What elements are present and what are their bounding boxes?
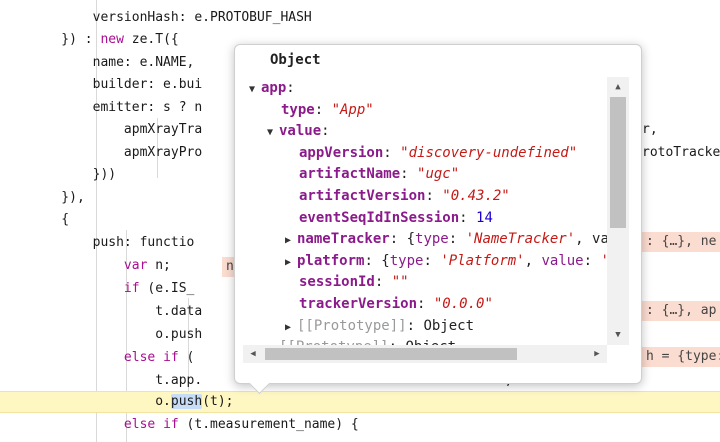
separator: : bbox=[389, 231, 407, 248]
code-line[interactable]: o.push(t); bbox=[0, 391, 720, 413]
separator: : bbox=[314, 101, 332, 118]
property-key: eventSeqIdInSession bbox=[299, 209, 460, 226]
separator: : bbox=[400, 166, 418, 183]
code-line-fragment: rotoTracke bbox=[642, 145, 720, 160]
object-preview-popover[interactable]: Object ▼ app: type: "App" ▼ value: appVersion… bbox=[234, 44, 642, 384]
object-preview: {type: 'Platform', value: 'P bbox=[381, 252, 607, 269]
property-value: "0.43.2" bbox=[442, 188, 510, 204]
separator: : bbox=[425, 188, 443, 204]
property-key: sessionId bbox=[299, 274, 375, 291]
separator: : bbox=[459, 209, 477, 226]
tree-row-appversion: appVersion: "discovery-undefined" bbox=[299, 142, 577, 164]
property-key: app bbox=[261, 80, 287, 96]
property-key: artifactName bbox=[299, 166, 401, 183]
scroll-down-arrow-icon[interactable]: ▼ bbox=[612, 329, 624, 341]
separator: : bbox=[417, 296, 434, 312]
object-tree[interactable]: ▼ app: type: "App" ▼ value: appVersion: "disc… bbox=[235, 77, 607, 361]
property-key: nameTracker bbox=[297, 231, 390, 248]
property-value: Object bbox=[423, 317, 475, 334]
code-line-fragment: r, bbox=[642, 122, 658, 137]
property-key: [[Prototype]] bbox=[297, 317, 407, 334]
triangle-right-icon[interactable]: ▶ bbox=[285, 252, 297, 274]
property-key: platform bbox=[297, 252, 365, 269]
tree-row-artifactname: artifactName: "ugc" bbox=[299, 163, 459, 185]
scroll-up-arrow-icon[interactable]: ▲ bbox=[612, 81, 624, 93]
inline-value-hint: : {…}, ap bbox=[642, 301, 720, 321]
triangle-down-icon[interactable]: ▼ bbox=[267, 122, 279, 144]
property-value: "" bbox=[391, 274, 409, 291]
property-value: "App" bbox=[331, 101, 374, 118]
property-value: "discovery-undefined" bbox=[400, 144, 578, 161]
code-line[interactable]: versionHash: e.PROTOBUF_HASH bbox=[0, 7, 720, 29]
tree-row-eventseqidinsession: eventSeqIdInSession: 14 bbox=[299, 207, 493, 229]
scroll-left-arrow-icon[interactable]: ◀ bbox=[247, 348, 259, 360]
property-key: appVersion bbox=[299, 144, 384, 161]
tree-row-sessionid: sessionId: "" bbox=[299, 271, 409, 293]
property-value: "0.0.0" bbox=[433, 296, 493, 312]
object-preview: {type: 'NameTracker', va bbox=[406, 231, 607, 248]
property-key: value bbox=[279, 123, 322, 140]
vertical-scrollbar[interactable]: ▲ ▼ bbox=[607, 77, 629, 345]
property-key: type bbox=[281, 101, 315, 118]
horizontal-scroll-thumb[interactable] bbox=[265, 348, 517, 360]
inline-value-hint: : {…}, ne bbox=[642, 232, 720, 252]
inline-value-hint: h = {type: bbox=[642, 347, 720, 367]
property-key: artifactVersion bbox=[299, 188, 426, 204]
code-line[interactable]: else if (t.measurement_name) { bbox=[0, 414, 720, 436]
property-value: "ugc" bbox=[417, 166, 460, 183]
separator: : bbox=[286, 80, 295, 96]
vertical-scroll-thumb[interactable] bbox=[610, 97, 626, 228]
separator: : bbox=[364, 252, 382, 269]
separator: : bbox=[374, 274, 392, 291]
triangle-down-icon[interactable]: ▼ bbox=[249, 79, 261, 101]
horizontal-scrollbar[interactable]: ◀ ▶ bbox=[243, 345, 607, 363]
tree-row-artifactversion: artifactVersion: "0.43.2" bbox=[299, 185, 510, 207]
tree-row-type: type: "App" bbox=[281, 99, 374, 121]
separator: : bbox=[321, 123, 330, 140]
tree-row-platform[interactable]: ▶platform: {type: 'Platform', value: 'P bbox=[285, 250, 607, 272]
tree-row-trackerversion: trackerVersion: "0.0.0" bbox=[299, 293, 493, 315]
tree-row-app[interactable]: ▼ app: bbox=[249, 77, 295, 99]
scroll-right-arrow-icon[interactable]: ▶ bbox=[591, 348, 603, 360]
tree-row-prototype[interactable]: ▶[[Prototype]]: Object bbox=[285, 315, 474, 337]
property-key: trackerVersion bbox=[299, 296, 418, 312]
selected-token[interactable]: push bbox=[170, 394, 203, 409]
popover-title: Object bbox=[270, 52, 321, 68]
property-value: 14 bbox=[476, 209, 493, 226]
separator: : bbox=[383, 144, 401, 161]
tree-row-value[interactable]: ▼ value: bbox=[267, 120, 330, 142]
tree-row-nametracker[interactable]: ▶ nameTracker: {type: 'NameTracker', va bbox=[285, 228, 607, 250]
separator: : bbox=[406, 317, 424, 334]
